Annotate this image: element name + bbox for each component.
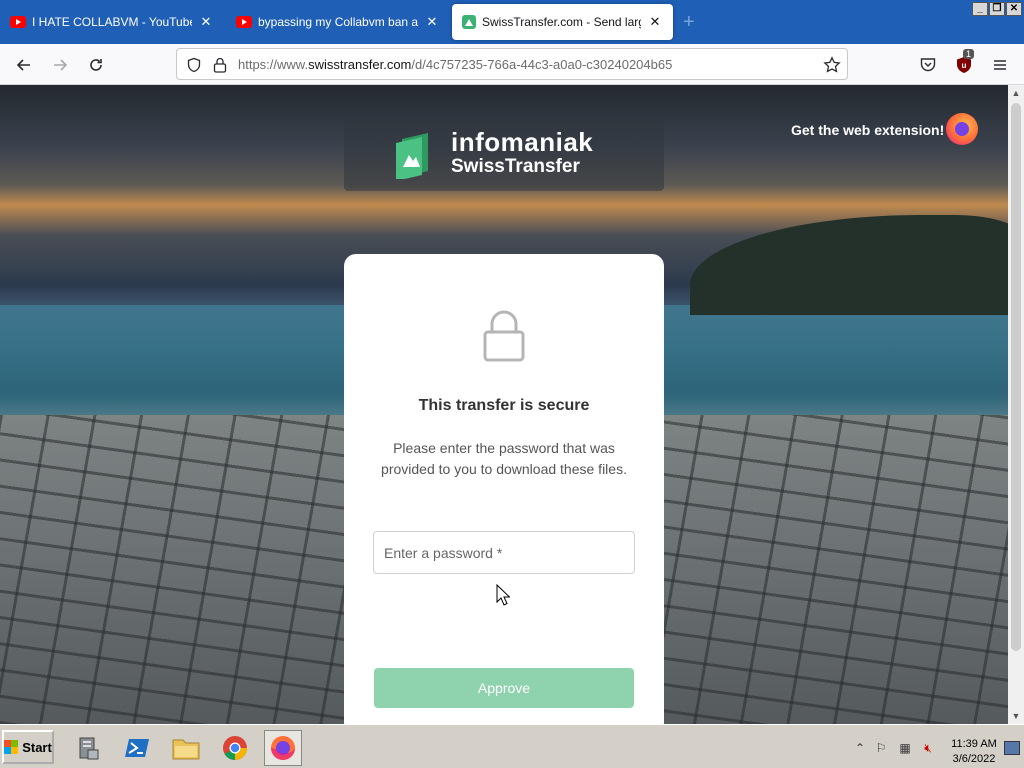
taskbar-clock[interactable]: 11:39 AM 3/6/2022 bbox=[942, 737, 1006, 767]
scroll-up-arrow-icon[interactable]: ▲ bbox=[1008, 85, 1024, 101]
forward-button[interactable] bbox=[47, 52, 73, 78]
windows-flag-icon bbox=[4, 740, 19, 754]
ublock-badge: 1 bbox=[963, 49, 975, 59]
swisstransfer-icon bbox=[462, 15, 476, 29]
tab-youtube-1[interactable]: I HATE COLLABVM - YouTube ✕ bbox=[0, 4, 224, 40]
tab-strip: I HATE COLLABVM - YouTube ✕ bypassing my… bbox=[0, 0, 1024, 44]
start-button[interactable]: Start bbox=[2, 730, 54, 764]
scroll-down-arrow-icon[interactable]: ▼ bbox=[1008, 708, 1024, 724]
forward-arrow-icon bbox=[54, 59, 68, 71]
taskbar-powershell[interactable] bbox=[118, 730, 156, 766]
swisstransfer-logo-icon[interactable] bbox=[394, 131, 440, 179]
card-title: This transfer is secure bbox=[418, 397, 590, 414]
back-arrow-icon bbox=[16, 59, 30, 71]
chrome-icon bbox=[223, 736, 247, 760]
background-hill bbox=[690, 215, 1008, 315]
server-manager-icon bbox=[79, 737, 99, 760]
url-prefix: https://www. bbox=[238, 57, 309, 72]
scrollbar-thumb[interactable] bbox=[1011, 103, 1021, 651]
action-center-flag-icon[interactable]: ⚐ bbox=[873, 741, 889, 755]
navigation-toolbar: https://www.swisstransfer.com/d/4c757235… bbox=[0, 44, 1024, 85]
vertical-scrollbar[interactable]: ▲ ▼ bbox=[1008, 85, 1024, 724]
close-tab-icon[interactable]: ✕ bbox=[424, 14, 440, 30]
tab-title: SwissTransfer.com - Send large file bbox=[482, 15, 641, 29]
network-icon[interactable]: ▦ bbox=[897, 741, 913, 755]
close-tab-icon[interactable]: ✕ bbox=[647, 14, 663, 30]
approve-button[interactable]: Approve bbox=[374, 668, 634, 708]
brand-name[interactable]: infomaniak bbox=[451, 127, 593, 158]
lock-icon bbox=[483, 310, 525, 362]
new-tab-button[interactable]: + bbox=[683, 10, 695, 34]
mouse-cursor-icon bbox=[496, 584, 510, 606]
youtube-icon bbox=[10, 16, 26, 28]
svg-text:u: u bbox=[962, 61, 967, 70]
password-input[interactable] bbox=[373, 531, 635, 574]
product-name[interactable]: SwissTransfer bbox=[451, 156, 580, 178]
pocket-button[interactable] bbox=[915, 52, 941, 78]
close-window-button[interactable]: ✕ bbox=[1006, 2, 1022, 16]
hamburger-menu-icon bbox=[994, 60, 1006, 70]
show-hidden-icons-chevron-icon[interactable]: ⌃ bbox=[852, 741, 868, 755]
padlock-icon[interactable] bbox=[212, 56, 228, 74]
bookmark-star-icon[interactable] bbox=[823, 56, 841, 74]
clock-time: 11:39 AM bbox=[951, 738, 997, 750]
card-description: Please enter the password that was provi… bbox=[381, 440, 627, 477]
close-tab-icon[interactable]: ✕ bbox=[198, 14, 214, 30]
address-bar[interactable]: https://www.swisstransfer.com/d/4c757235… bbox=[176, 48, 848, 80]
ublock-origin-button[interactable]: u 1 bbox=[951, 49, 977, 78]
youtube-icon bbox=[236, 16, 252, 28]
volume-muted-icon[interactable]: 🔇︎ bbox=[920, 741, 936, 755]
password-card: This transfer is secure Please enter the… bbox=[344, 254, 664, 724]
taskbar-server-manager[interactable] bbox=[69, 730, 107, 766]
url-path: /d/4c757235-766a-44c3-a0a0-c30240204b65 bbox=[411, 57, 673, 72]
web-extension-link[interactable]: Get the web extension! bbox=[791, 122, 944, 138]
tab-title: bypassing my Collabvm ban and an bbox=[258, 15, 418, 29]
show-desktop-icon[interactable] bbox=[1004, 741, 1020, 755]
taskbar-chrome[interactable] bbox=[216, 730, 254, 766]
app-menu-button[interactable] bbox=[987, 52, 1013, 78]
powershell-icon bbox=[125, 739, 149, 757]
page-viewport: infomaniak SwissTransfer Get the web ext… bbox=[0, 85, 1008, 724]
folder-icon bbox=[172, 739, 200, 760]
firefox-icon bbox=[271, 736, 295, 760]
windows-taskbar: Start ⌃ ⚐ ▦ 🔇︎ 11:39 AM 3/6/2022 bbox=[0, 724, 1024, 768]
pocket-icon bbox=[920, 58, 936, 72]
firefox-logo-icon[interactable] bbox=[946, 113, 978, 145]
taskbar-file-explorer[interactable] bbox=[167, 730, 205, 766]
minimize-window-button[interactable]: _ bbox=[972, 2, 988, 16]
tracking-protection-shield-icon[interactable] bbox=[186, 57, 202, 73]
system-tray: ⌃ ⚐ ▦ 🔇︎ 11:39 AM 3/6/2022 bbox=[848, 729, 1024, 767]
tab-title: I HATE COLLABVM - YouTube bbox=[32, 15, 192, 29]
url-text[interactable]: https://www.swisstransfer.com/d/4c757235… bbox=[238, 57, 672, 72]
taskbar-firefox[interactable] bbox=[264, 730, 302, 766]
tab-youtube-2[interactable]: bypassing my Collabvm ban and an ✕ bbox=[226, 4, 450, 40]
back-button[interactable] bbox=[11, 52, 37, 78]
url-domain: swisstransfer.com bbox=[308, 57, 412, 72]
tab-swisstransfer[interactable]: SwissTransfer.com - Send large file ✕ bbox=[452, 4, 673, 40]
restore-window-button[interactable]: ❐ bbox=[989, 2, 1005, 16]
reload-button[interactable] bbox=[83, 52, 109, 78]
clock-date: 3/6/2022 bbox=[952, 753, 996, 765]
start-label: Start bbox=[22, 739, 52, 755]
reload-icon bbox=[90, 59, 102, 71]
